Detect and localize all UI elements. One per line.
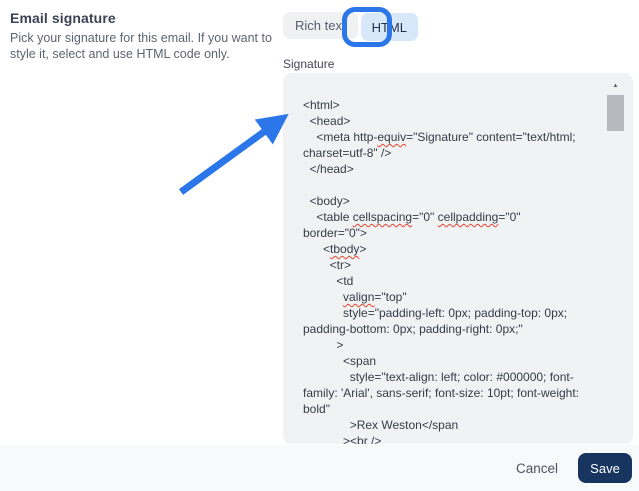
misspelled-word: tbody bbox=[330, 242, 359, 256]
scrollbar-thumb[interactable] bbox=[607, 95, 624, 131]
signature-settings-description: Email signature Pick your signature for … bbox=[10, 10, 276, 62]
code-content: <html> <head> <meta http-equiv="Signatur… bbox=[303, 97, 609, 444]
footer-action-bar: Cancel Save bbox=[0, 445, 639, 491]
scroll-up-icon[interactable]: ▲ bbox=[607, 81, 624, 91]
cancel-button[interactable]: Cancel bbox=[512, 455, 562, 482]
scrollbar[interactable]: ▲ bbox=[607, 81, 624, 438]
save-button[interactable]: Save bbox=[578, 453, 632, 483]
signature-mode-toggle: Rich text HTML bbox=[283, 12, 418, 41]
signature-code-editor[interactable]: <html> <head> <meta http-equiv="Signatur… bbox=[283, 73, 633, 444]
misspelled-word: cellpadding bbox=[438, 210, 499, 224]
page-description: Pick your signature for this email. If y… bbox=[10, 30, 276, 62]
misspelled-word: equiv bbox=[377, 130, 406, 144]
email-signature-settings-panel: Email signature Pick your signature for … bbox=[0, 0, 639, 491]
signature-field-label: Signature bbox=[283, 57, 334, 71]
misspelled-word: cellspacing bbox=[353, 210, 412, 224]
misspelled-word: valign bbox=[343, 290, 374, 304]
html-tab-button[interactable]: HTML bbox=[361, 13, 418, 41]
rich-text-tab-button[interactable]: Rich text bbox=[283, 12, 358, 39]
misspelled-word: br bbox=[357, 434, 368, 444]
page-title: Email signature bbox=[10, 10, 276, 26]
